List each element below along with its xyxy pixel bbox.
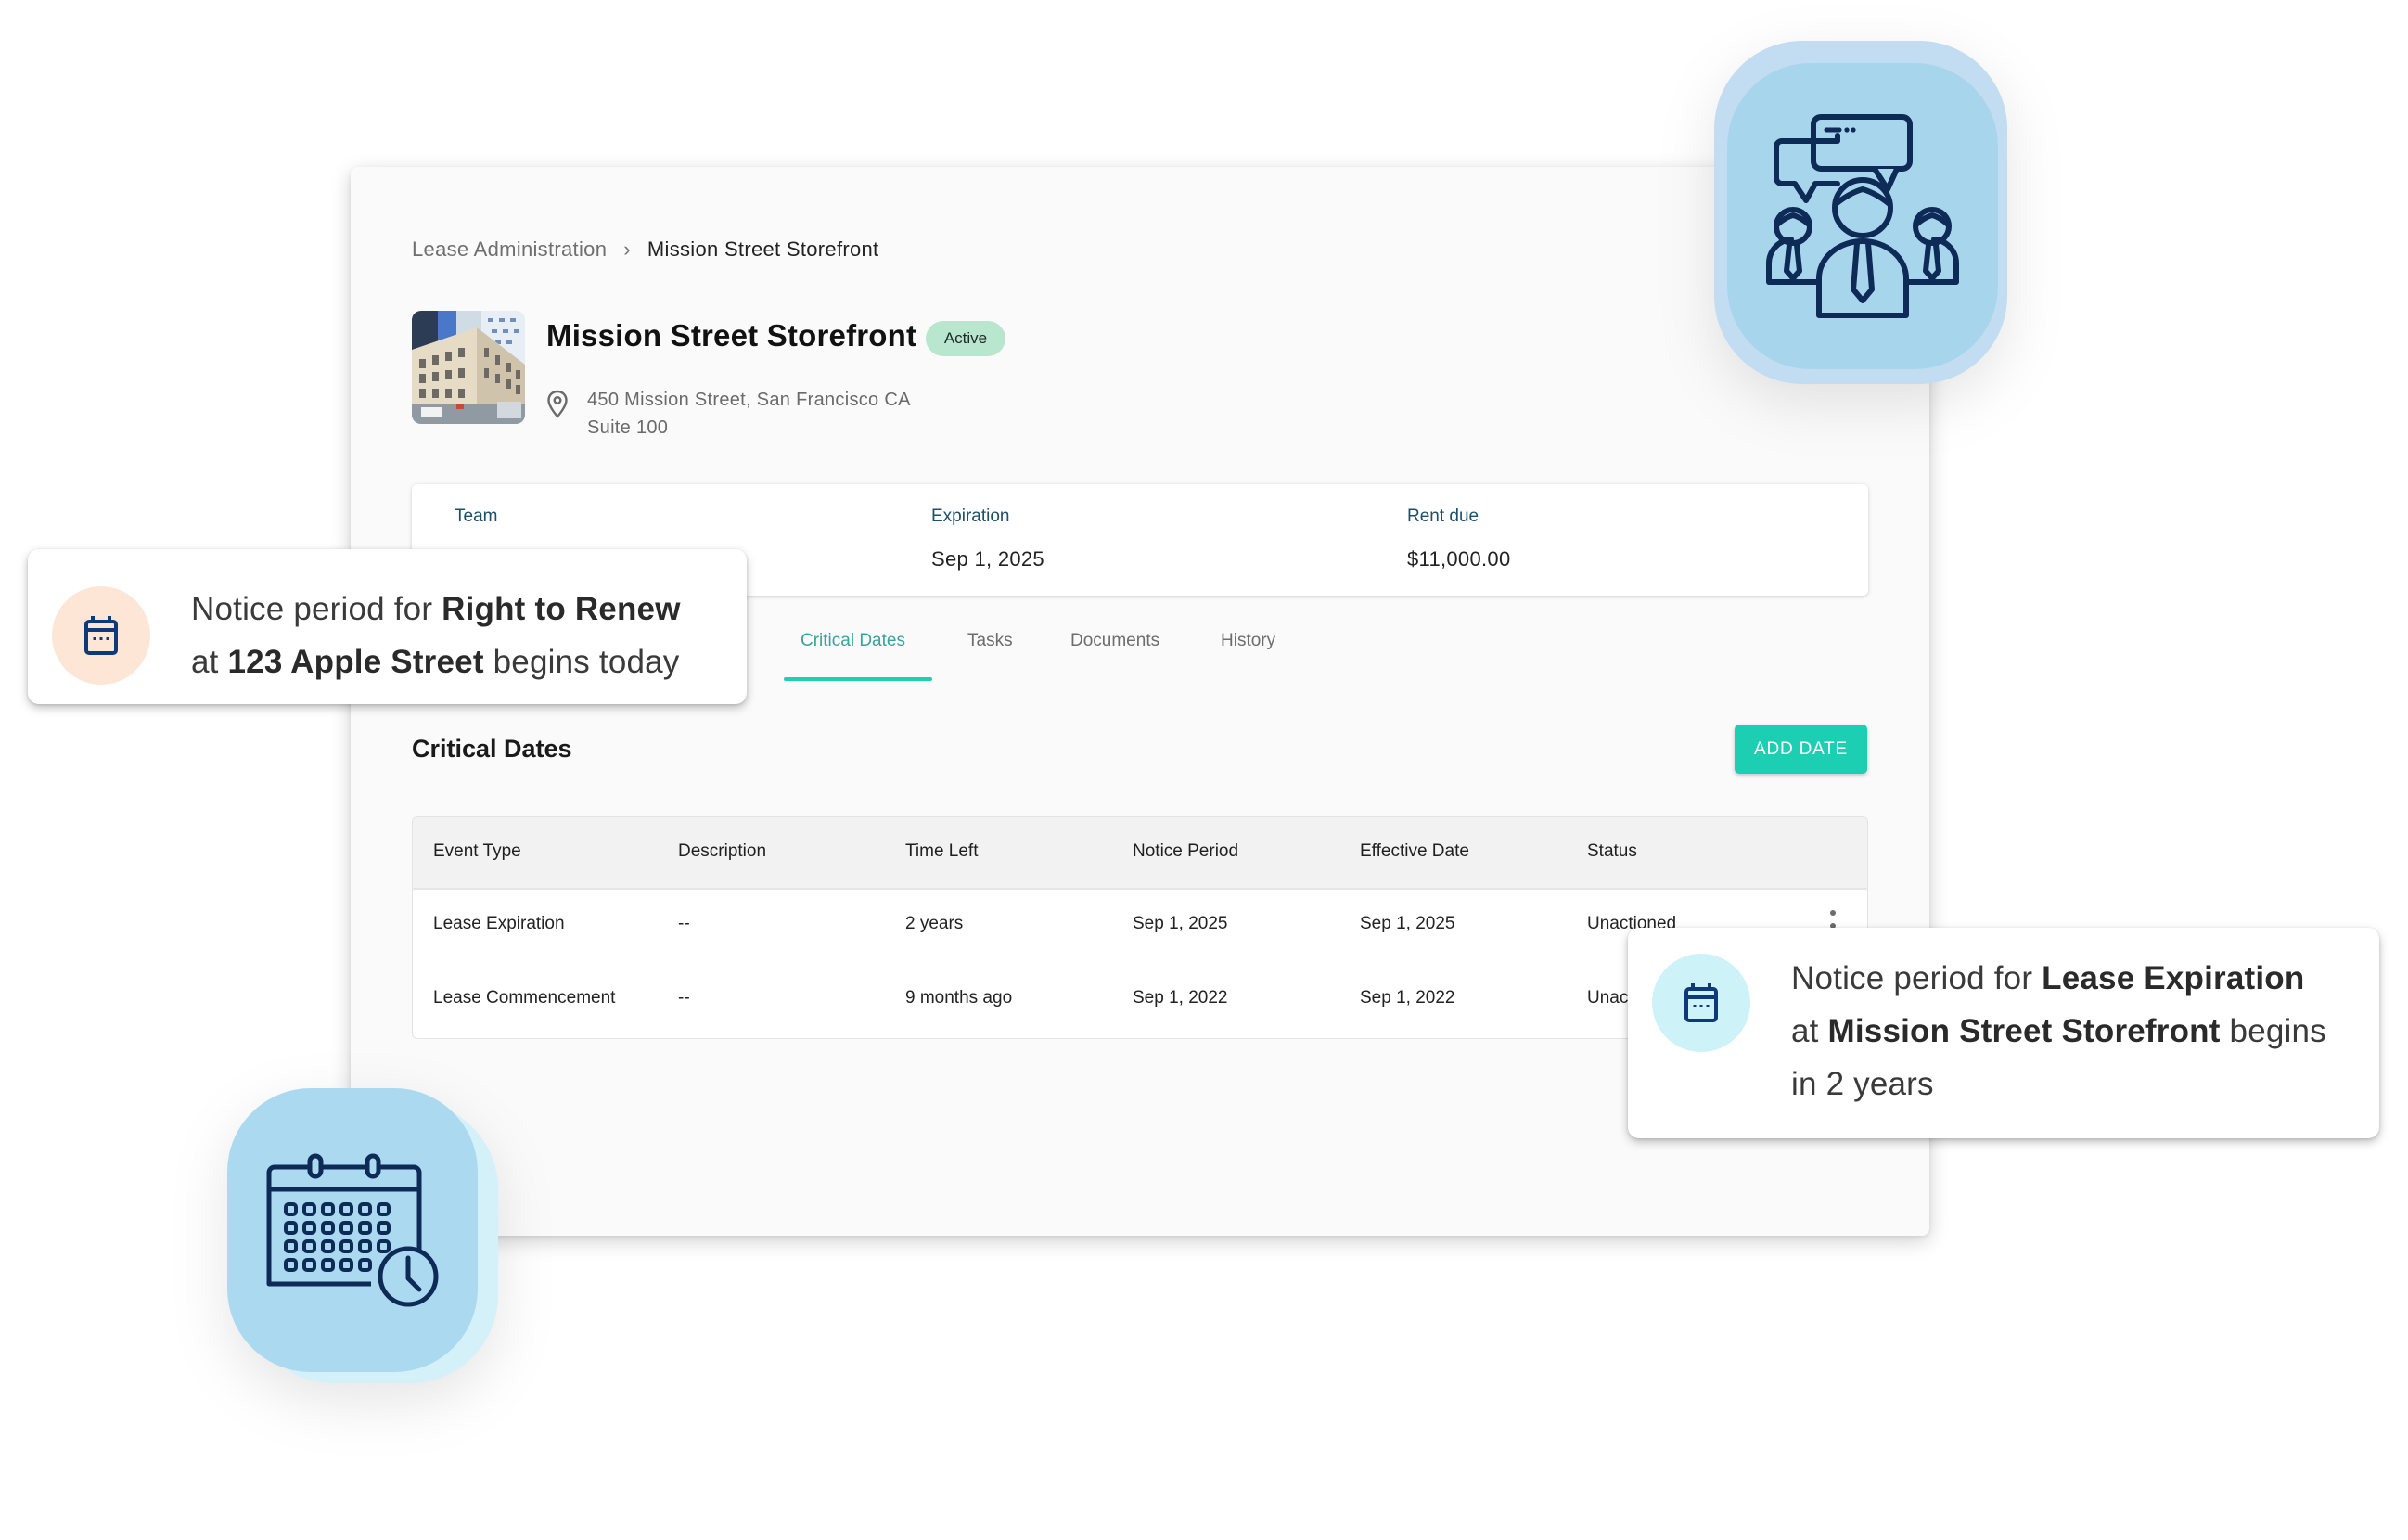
column-header[interactable]: Effective Date <box>1360 841 1469 862</box>
cell-time-left: 2 years <box>905 914 964 933</box>
breadcrumb: Lease Administration › Mission Street St… <box>412 237 878 262</box>
column-header[interactable]: Event Type <box>433 841 521 862</box>
column-header[interactable]: Description <box>678 841 766 862</box>
notification-text: begins today <box>483 644 680 680</box>
breadcrumb-lease-administration[interactable]: Lease Administration <box>412 237 607 262</box>
summary-rent-due: Rent due $11,000.00 <box>1407 507 1510 571</box>
notification-text: begins <box>2220 1013 2326 1049</box>
calendar-icon <box>84 616 118 655</box>
notification-text: at <box>191 644 228 680</box>
cell-event-type: Lease Expiration <box>433 914 565 933</box>
column-header[interactable]: Status <box>1587 841 1637 862</box>
cell-notice-period: Sep 1, 2025 <box>1133 914 1228 933</box>
notification-message: Notice period for Lease Expiration at Mis… <box>1791 952 2326 1110</box>
cell-notice-period: Sep 1, 2022 <box>1133 988 1228 1007</box>
notification-message: Notice period for Right to Renew at 123 A… <box>191 583 681 688</box>
summary-value: $11,000.00 <box>1407 547 1511 571</box>
notification-text: Notice period for <box>191 591 442 627</box>
cell-description: -- <box>678 914 690 933</box>
summary-label: Rent due <box>1407 507 1479 526</box>
column-header[interactable]: Notice Period <box>1133 841 1238 862</box>
summary-label: Expiration <box>931 507 1010 526</box>
notification-emphasis: Right to Renew <box>442 591 681 627</box>
team-discussion-icon <box>1765 114 1960 318</box>
notification-icon-circle <box>52 586 150 685</box>
calendar-icon <box>1684 983 1718 1022</box>
cell-description: -- <box>678 988 690 1007</box>
cell-event-type: Lease Commencement <box>433 988 616 1007</box>
address-line-2: Suite 100 <box>587 417 669 438</box>
notification-emphasis: Mission Street Storefront <box>1827 1013 2221 1049</box>
add-date-button[interactable]: ADD DATE <box>1735 725 1867 774</box>
summary-team: Team <box>455 507 497 547</box>
notification-right-to-renew[interactable]: Notice period for Right to Renew at 123 A… <box>28 549 747 704</box>
property-address: 450 Mission Street, San Francisco CA Sui… <box>546 386 911 442</box>
address-line-1: 450 Mission Street, San Francisco CA <box>587 390 911 410</box>
team-discussion-badge <box>1714 41 2007 384</box>
breadcrumb-current: Mission Street Storefront <box>647 237 879 261</box>
tab-tasks[interactable]: Tasks <box>967 631 1013 672</box>
column-header[interactable]: Time Left <box>905 841 979 862</box>
cell-effective-date: Sep 1, 2025 <box>1360 914 1455 933</box>
property-photo <box>412 311 525 424</box>
section-title: Critical Dates <box>412 735 572 763</box>
cell-effective-date: Sep 1, 2022 <box>1360 988 1455 1007</box>
notification-lease-expiration[interactable]: Notice period for Lease Expiration at Mis… <box>1628 928 2379 1138</box>
notification-text: in 2 years <box>1791 1066 1934 1102</box>
property-title: Mission Street Storefront <box>546 318 917 353</box>
notification-icon-circle <box>1652 954 1750 1052</box>
notification-text: Notice period for <box>1791 960 2043 996</box>
notification-emphasis: 123 Apple Street <box>227 644 484 680</box>
summary-label: Team <box>455 507 498 526</box>
active-tab-indicator <box>784 677 932 681</box>
location-pin-icon <box>546 390 569 419</box>
cell-time-left: 9 months ago <box>905 988 1013 1007</box>
table-header: Event Type Description Time Left Notice … <box>413 817 1867 890</box>
summary-expiration: Expiration Sep 1, 2025 <box>931 507 1044 571</box>
calendar-clock-icon <box>266 1153 439 1307</box>
chevron-right-icon: › <box>623 237 631 261</box>
notification-text: at <box>1791 1013 1828 1049</box>
tab-documents[interactable]: Documents <box>1070 631 1159 672</box>
tab-critical-dates[interactable]: Critical Dates <box>801 631 905 672</box>
summary-value: Sep 1, 2025 <box>931 547 1044 571</box>
calendar-clock-badge <box>227 1088 498 1383</box>
tab-history[interactable]: History <box>1221 631 1275 672</box>
notification-emphasis: Lease Expiration <box>2042 960 2305 996</box>
status-badge: Active <box>926 321 1005 356</box>
